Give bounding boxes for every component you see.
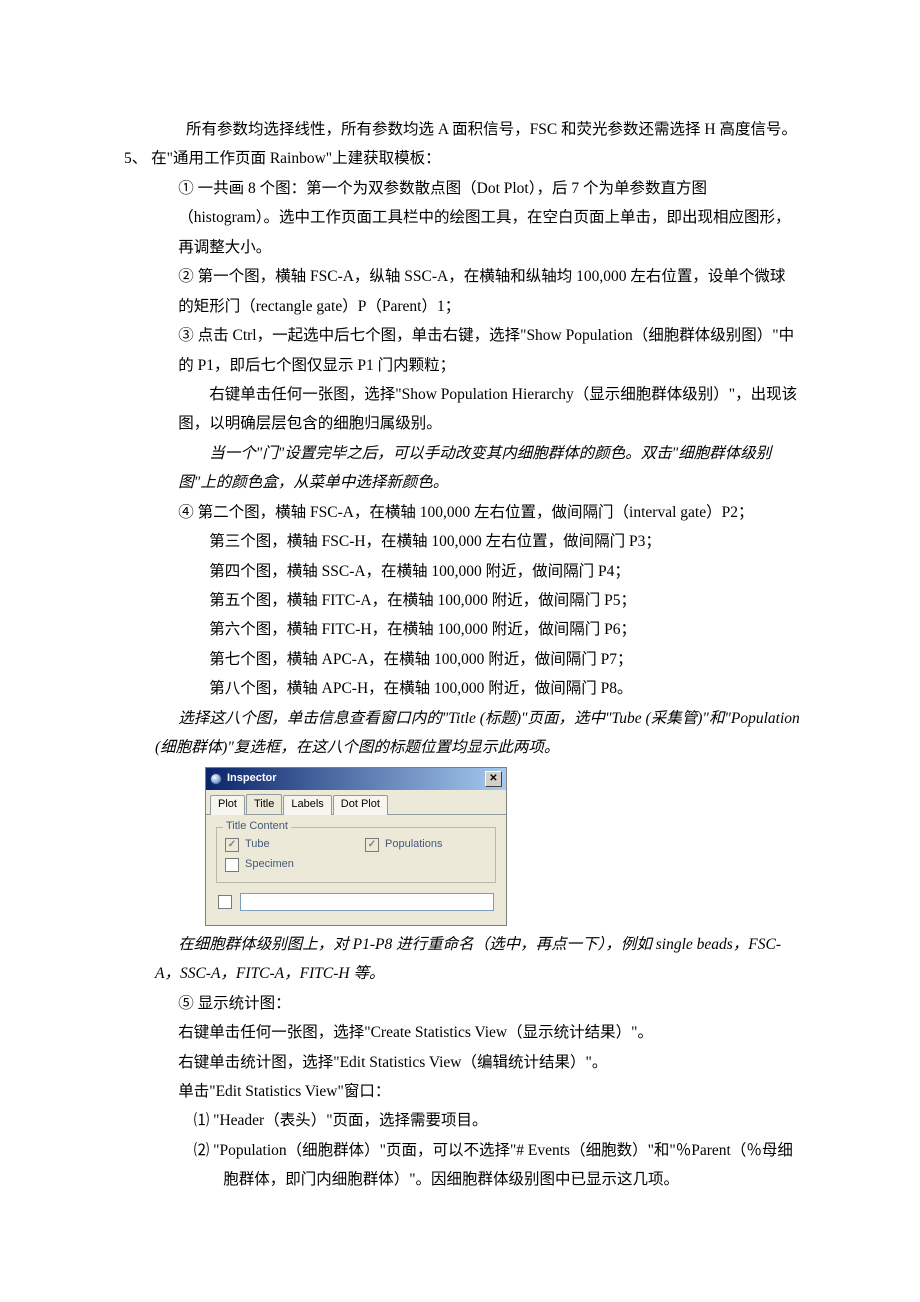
sub-list-item-1: ⑴ "Header（表头）"页面，选择需要项目。 [223, 1106, 800, 1135]
inspector-window: Inspector ✕ Plot Title Labels Dot Plot T… [205, 767, 507, 926]
tab-plot[interactable]: Plot [210, 795, 245, 815]
inspector-title: Inspector [227, 772, 485, 785]
step-5-line: 单击"Edit Statistics View"窗口： [178, 1077, 800, 1106]
step-4-line: 第八个图，横轴 APC-H，在横轴 100,000 附近，做间隔门 P8。 [209, 674, 800, 703]
step-2: ② 第一个图，横轴 FSC-A，纵轴 SSC-A，在横轴和纵轴均 100,000… [178, 262, 800, 321]
group-legend: Title Content [223, 820, 291, 833]
inspector-icon [210, 773, 222, 785]
after-inspector-note: 在细胞群体级别图上，对 P1-P8 进行重命名（选中，再点一下），例如 sing… [155, 930, 800, 989]
step-5-line: 右键单击统计图，选择"Edit Statistics View（编辑统计结果）"… [178, 1048, 800, 1077]
checkbox-populations[interactable] [365, 838, 379, 852]
step-3-italic-note: 当一个"门"设置完毕之后，可以手动改变其内细胞群体的颜色。双击"细胞群体级别图"… [178, 439, 800, 498]
tab-dot-plot[interactable]: Dot Plot [333, 795, 388, 815]
close-button[interactable]: ✕ [485, 771, 502, 787]
step-4-line: 第五个图，横轴 FITC-A，在横轴 100,000 附近，做间隔门 P5； [209, 586, 800, 615]
checkbox-specimen-label: Specimen [245, 858, 294, 871]
step-4-line: 第三个图，横轴 FSC-H，在横轴 100,000 左右位置，做间隔门 P3； [209, 527, 800, 556]
step-4: ④ 第二个图，横轴 FSC-A，在横轴 100,000 左右位置，做间隔门（in… [178, 498, 800, 527]
step-3-note: 右键单击任何一张图，选择"Show Population Hierarchy（显… [178, 380, 800, 439]
paragraph: 所有参数均选择线性，所有参数均选 A 面积信号，FSC 和荧光参数还需选择 H … [155, 115, 800, 144]
step-3: ③ 点击 Ctrl，一起选中后七个图，单击右键，选择"Show Populati… [178, 321, 800, 380]
list-item-5: 5、 在"通用工作页面 Rainbow"上建获取模板： [124, 144, 800, 173]
title-content-group: Title Content Tube Specimen [216, 827, 496, 883]
inspector-tabs: Plot Title Labels Dot Plot [206, 790, 506, 815]
tab-labels[interactable]: Labels [283, 795, 331, 815]
step-1: ① 一共画 8 个图：第一个为双参数散点图（Dot Plot），后 7 个为单参… [178, 174, 800, 262]
sub-numbered-list: ⑴ "Header（表头）"页面，选择需要项目。 ⑵ "Population（细… [194, 1106, 800, 1194]
checkbox-custom-title[interactable] [218, 895, 232, 909]
checkbox-populations-label: Populations [385, 838, 443, 851]
step-4-italic-note: 选择这八个图，单击信息查看窗口内的"Title (标题)"页面，选中"Tube … [155, 704, 800, 763]
tab-title[interactable]: Title [246, 794, 282, 814]
checkbox-tube-label: Tube [245, 838, 270, 851]
inspector-titlebar: Inspector ✕ [206, 768, 506, 790]
inspector-body: Title Content Tube Specimen [206, 815, 506, 925]
sub-list-item-2: ⑵ "Population（细胞群体）"页面，可以不选择"# Events（细胞… [223, 1136, 800, 1195]
checkbox-specimen[interactable] [225, 858, 239, 872]
step-4-line: 第六个图，横轴 FITC-H，在横轴 100,000 附近，做间隔门 P6； [209, 615, 800, 644]
custom-title-input[interactable] [240, 893, 494, 911]
step-4-line: 第七个图，横轴 APC-A，在横轴 100,000 附近，做间隔门 P7； [209, 645, 800, 674]
step-4-line: 第四个图，横轴 SSC-A，在横轴 100,000 附近，做间隔门 P4； [209, 557, 800, 586]
step-5: ⑤ 显示统计图： [178, 989, 800, 1018]
step-5-line: 右键单击任何一张图，选择"Create Statistics View（显示统计… [178, 1018, 800, 1047]
checkbox-tube[interactable] [225, 838, 239, 852]
document-page: 所有参数均选择线性，所有参数均选 A 面积信号，FSC 和荧光参数还需选择 H … [0, 0, 920, 1302]
